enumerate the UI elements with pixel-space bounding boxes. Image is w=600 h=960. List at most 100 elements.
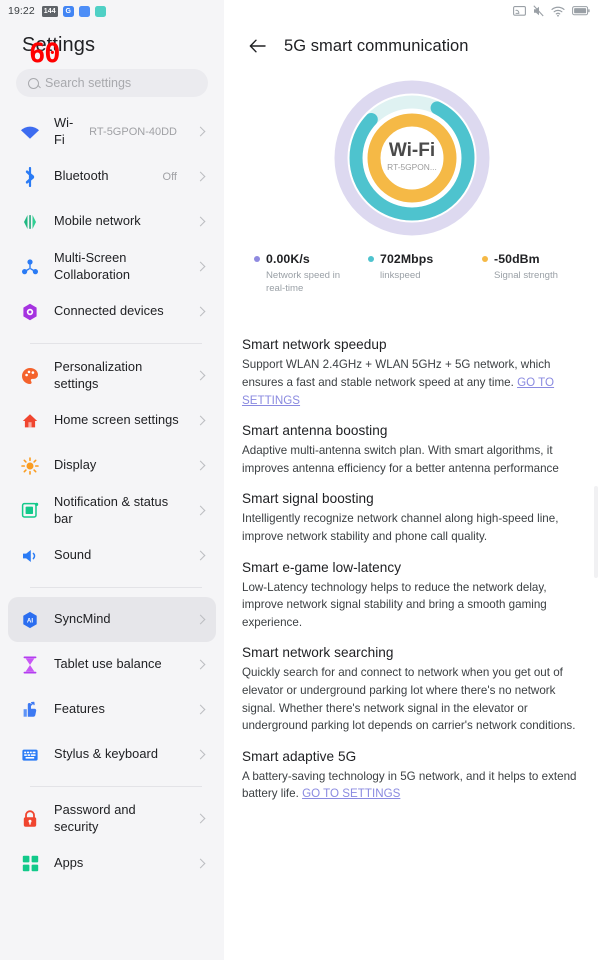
sidebar-item-label: Notification & status bar (54, 494, 169, 526)
back-arrow-icon[interactable] (248, 36, 268, 56)
sidebar-item-label: Apps (54, 855, 84, 871)
feature-section-text: Low-Latency technology helps to reduce t… (242, 580, 547, 629)
chevron-right-icon (195, 216, 206, 227)
network-stat: 0.00K/s Network speed in real-time (254, 252, 368, 295)
feature-section-body: Low-Latency technology helps to reduce t… (242, 579, 578, 632)
go-to-settings-link[interactable]: GO TO SETTINGS (302, 787, 400, 800)
multi-screen-icon (20, 257, 40, 277)
status-clock: 19:22 (8, 5, 35, 17)
sidebar-item-home-screen-settings[interactable]: Home screen settings (8, 398, 216, 443)
battery-icon (572, 6, 590, 16)
network-stat-header: -50dBm (482, 252, 596, 266)
chevron-right-icon (195, 370, 206, 381)
feature-section-text: A battery-saving technology in 5G networ… (242, 769, 577, 801)
sidebar-item-apps[interactable]: Apps (8, 841, 216, 886)
sidebar-item-value: RT-5GPON-40DD (89, 125, 177, 138)
sidebar-item-mobile-network[interactable]: Mobile network (8, 199, 216, 244)
feature-section: Smart antenna boosting Adaptive multi-ant… (242, 423, 578, 477)
sidebar-item-label: Personalization settings (54, 359, 143, 391)
feature-section-body: Quickly search for and connect to networ… (242, 664, 578, 734)
network-stats-row: 0.00K/s Network speed in real-time 702Mbps… (224, 244, 600, 295)
main-panel: 5G smart communication Wi-Fi RT-5GPON...… (224, 0, 600, 960)
sidebar-item-sound[interactable]: Sound (8, 533, 216, 578)
search-icon (28, 77, 39, 89)
network-stat-label: Signal strength (494, 270, 558, 281)
sidebar-item-label: Password and security (54, 802, 136, 834)
feature-section: Smart signal boosting Intelligently recog… (242, 491, 578, 545)
app-teal-icon (94, 5, 106, 17)
sound-icon (20, 546, 40, 566)
sidebar-title: Settings (22, 34, 96, 56)
network-stat-label: Network speed in real-time (266, 270, 341, 294)
main-header: 5G smart communication (224, 22, 600, 66)
sidebar-item-password-and-security[interactable]: Password and security (8, 796, 216, 841)
feature-section-text: Quickly search for and connect to networ… (242, 666, 576, 733)
main-scrollbar[interactable] (594, 486, 598, 578)
sidebar-item-label: Tablet use balance (54, 656, 162, 672)
feature-section-body: Intelligently recognize network channel … (242, 510, 578, 545)
stat-dot-icon (482, 256, 488, 262)
sidebar-item-syncmind[interactable]: AI SyncMind (8, 597, 216, 642)
feature-section-body: Support WLAN 2.4GHz + WLAN 5GHz + 5G net… (242, 356, 578, 409)
sidebar-item-label: Connected devices (54, 303, 164, 319)
chevron-right-icon (195, 306, 206, 317)
sidebar-item-label: Stylus & keyboard (54, 746, 158, 762)
page-title: 5G smart communication (284, 36, 469, 55)
svg-text:AI: AI (27, 617, 33, 624)
sidebar-item-features[interactable]: Features (8, 687, 216, 732)
sidebar-item-wi-fi[interactable]: Wi-Fi RT-5GPON-40DD (8, 109, 216, 154)
sidebar-item-label: Multi-Screen Collaboration (54, 250, 131, 282)
stat-dot-icon (254, 256, 260, 262)
mute-icon (533, 5, 544, 17)
sidebar-item-label: Home screen settings (54, 412, 179, 428)
chevron-right-icon (195, 813, 206, 824)
chevron-right-icon (195, 704, 206, 715)
sidebar-item-personalization-settings[interactable]: Personalization settings (8, 353, 216, 398)
feature-section-text: Support WLAN 2.4GHz + WLAN 5GHz + 5G net… (242, 358, 551, 389)
nav-divider (30, 587, 202, 588)
feature-section-title: Smart adaptive 5G (242, 748, 357, 764)
network-stat-value: 702Mbps (380, 252, 434, 266)
network-stat-value: 0.00K/s (266, 252, 310, 266)
chevron-right-icon (195, 858, 206, 869)
sidebar: 19:22 144 G Settings 60 Search settings … (0, 0, 224, 960)
sidebar-item-notification-status-bar[interactable]: Notification & status bar (8, 488, 216, 533)
wifi-icon (20, 122, 40, 142)
sidebar-item-label: Sound (54, 547, 92, 563)
feature-section-title: Smart network searching (242, 645, 394, 661)
feature-section: Smart adaptive 5G A battery-saving techno… (242, 749, 578, 803)
chevron-right-icon (195, 505, 206, 516)
app-badge-icon: 144 (41, 5, 58, 17)
sidebar-item-label: Features (54, 701, 105, 717)
sidebar-status-bar: 19:22 144 G (0, 0, 224, 22)
network-stat-header: 0.00K/s (254, 252, 368, 266)
sidebar-item-label: Bluetooth (54, 168, 109, 184)
sidebar-item-connected-devices[interactable]: Connected devices (8, 289, 216, 334)
main-status-bar (224, 0, 600, 22)
stat-dot-icon (368, 256, 374, 262)
bluetooth-icon (20, 166, 40, 187)
feature-section: Smart network searching Quickly search fo… (242, 645, 578, 734)
features-icon (20, 700, 40, 720)
sidebar-item-label: SyncMind (54, 611, 111, 627)
personalization-icon (20, 366, 40, 386)
display-icon (20, 456, 40, 476)
chevron-right-icon (195, 415, 206, 426)
sidebar-item-multi-screen-collaboration[interactable]: Multi-Screen Collaboration (8, 244, 216, 289)
mobile-network-icon (20, 212, 40, 232)
google-icon: G (62, 5, 74, 17)
notification-bar-icon (20, 501, 40, 521)
chevron-right-icon (195, 171, 206, 182)
nav-divider (30, 786, 202, 787)
search-placeholder: Search settings (45, 76, 132, 90)
chevron-right-icon (195, 749, 206, 760)
search-input[interactable]: Search settings (16, 69, 208, 97)
sidebar-item-display[interactable]: Display (8, 443, 216, 488)
feature-section-text: Adaptive multi-antenna switch plan. With… (242, 444, 559, 475)
feature-section-title: Smart network speedup (242, 337, 387, 353)
chevron-right-icon (195, 460, 206, 471)
sidebar-item-bluetooth[interactable]: Bluetooth Off (8, 154, 216, 199)
network-stat: 702Mbps linkspeed (368, 252, 482, 295)
sidebar-item-tablet-use-balance[interactable]: Tablet use balance (8, 642, 216, 687)
sidebar-item-stylus-keyboard[interactable]: Stylus & keyboard (8, 732, 216, 777)
